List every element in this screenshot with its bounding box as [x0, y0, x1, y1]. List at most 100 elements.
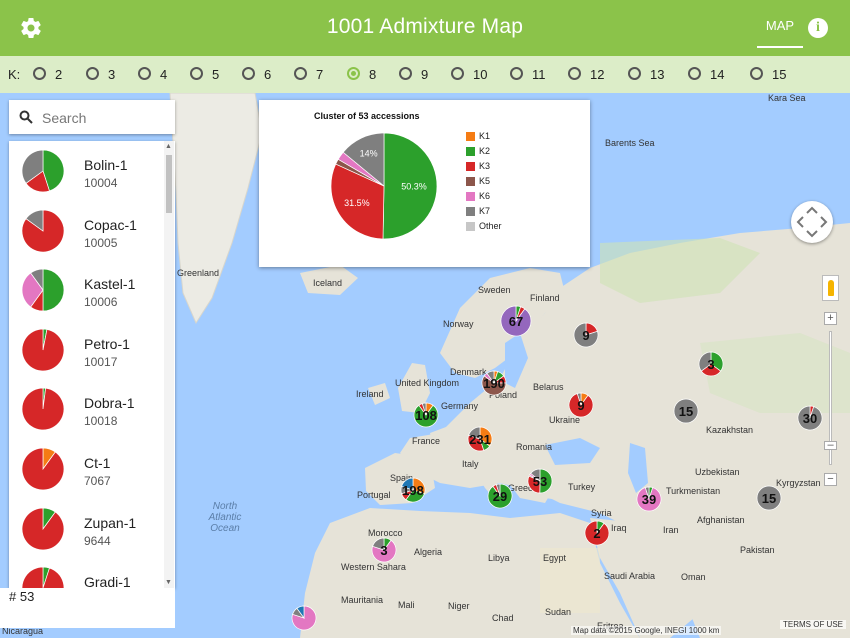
k-radio-5[interactable] — [190, 67, 203, 80]
scroll-down-icon[interactable]: ▼ — [165, 579, 172, 586]
map-cluster-marker[interactable]: 108 — [413, 402, 439, 428]
k-radio-15[interactable] — [750, 67, 763, 80]
accession-name: Bolin-1 — [84, 157, 128, 173]
map-label-saudi: Saudi Arabia — [604, 571, 656, 581]
map-label-finland: Finland — [530, 293, 560, 303]
k-radio-3[interactable] — [86, 67, 99, 80]
accession-id: 7067 — [84, 474, 111, 488]
legend-swatch — [466, 207, 475, 216]
zoom-slider-handle[interactable]: – — [824, 440, 837, 451]
k-radio-8[interactable] — [347, 67, 360, 80]
street-view-pegman-icon[interactable] — [822, 275, 839, 301]
map-cluster-marker[interactable]: 2 — [584, 520, 610, 546]
map-label-sudan: Sudan — [545, 607, 572, 617]
tab-map[interactable]: MAP — [757, 18, 803, 48]
list-item[interactable]: Petro-1 10017 — [9, 322, 169, 382]
map-label-oman: Oman — [681, 572, 706, 582]
accession-name: Copac-1 — [84, 216, 137, 233]
cluster-count: 9 — [582, 327, 590, 343]
list-item[interactable]: Zupan-1 9644 — [9, 501, 169, 561]
k-option-label: 6 — [264, 67, 272, 82]
map-cluster-marker[interactable]: 9 — [568, 392, 594, 418]
accession-name: Gradi-1 — [84, 574, 131, 588]
cluster-count: 231 — [469, 431, 491, 447]
zoom-out-button[interactable]: − — [824, 473, 837, 486]
map-cluster-marker[interactable]: 231 — [467, 426, 493, 452]
map-cluster-marker[interactable]: 53 — [527, 468, 553, 494]
accession-name: Dobra-1 — [84, 395, 135, 412]
accession-id: 9644 — [84, 533, 111, 548]
map-cluster-marker[interactable]: 15 — [756, 485, 782, 511]
map-label-western-sahara: Western Sahara — [341, 562, 406, 572]
search-input[interactable]: Search — [42, 110, 86, 126]
map-label-romania: Romania — [516, 442, 553, 452]
map-cluster-marker[interactable]: 15 — [673, 398, 699, 424]
cluster-count: 53 — [532, 473, 548, 489]
info-icon[interactable]: i — [808, 18, 828, 38]
map-cluster-marker[interactable]: 3 — [698, 351, 724, 377]
list-item[interactable]: Gradi-1 — [9, 560, 169, 588]
map-cluster-marker[interactable]: 9 — [573, 322, 599, 348]
k-radio-7[interactable] — [294, 67, 307, 80]
map-label-afghanistan: Afghanistan — [697, 515, 745, 525]
map-cluster-marker[interactable]: 198 — [400, 477, 426, 503]
list-item[interactable]: Copac-1 10005 — [9, 203, 169, 263]
map-label-pakistan: Pakistan — [740, 545, 775, 555]
terms-of-use-link[interactable]: TERMS OF USE — [780, 620, 847, 629]
accession-pie-icon — [21, 566, 65, 588]
accession-list[interactable]: Bolin-1 10004 Copac-1 10005 Kastel-1 10006 Pet… — [9, 141, 175, 588]
accession-id: 10017 — [84, 354, 118, 369]
k-radio-2[interactable] — [33, 67, 46, 80]
accession-name: Ct-1 — [84, 455, 111, 471]
list-item[interactable]: Dobra-1 10018 — [9, 381, 169, 441]
k-radio-9[interactable] — [399, 67, 412, 80]
accession-pie-icon — [21, 447, 65, 491]
k-selector-bar: K: 2 3 4 5 6 7 8 9 10 11 12 13 14 15 — [0, 56, 850, 93]
zoom-control: + – − — [822, 275, 840, 490]
pie-data-label: 50.3% — [401, 181, 427, 191]
k-radio-11[interactable] — [510, 67, 523, 80]
k-radio-13[interactable] — [628, 67, 641, 80]
k-option-label: 3 — [108, 67, 116, 82]
map-cluster-marker[interactable]: 3 — [371, 537, 397, 563]
k-radio-10[interactable] — [451, 67, 464, 80]
map-label-chad: Chad — [492, 613, 514, 623]
pan-control[interactable] — [791, 201, 833, 243]
list-item[interactable]: Ct-1 7067 — [9, 441, 169, 501]
map-cluster-marker[interactable] — [291, 605, 317, 631]
map-cluster-marker[interactable]: 39 — [636, 486, 662, 512]
map-cluster-marker[interactable]: 190 — [481, 370, 507, 396]
scrollbar-thumb[interactable] — [166, 155, 172, 213]
search-box[interactable]: Search — [9, 100, 175, 134]
list-scrollbar[interactable]: ▲ ▼ — [164, 141, 174, 588]
result-count: # 53 — [9, 589, 35, 604]
k-option-label: 13 — [650, 67, 665, 82]
map-cluster-marker[interactable]: 30 — [797, 405, 823, 431]
cluster-count — [291, 605, 317, 631]
k-radio-14[interactable] — [688, 67, 701, 80]
map-label-kyrgyzstan: Kyrgyzstan — [776, 478, 821, 488]
accession-id: 10005 — [84, 235, 118, 250]
accession-slice-K3 — [21, 388, 65, 431]
k-radio-4[interactable] — [138, 67, 151, 80]
list-item[interactable]: Bolin-1 10004 — [9, 143, 169, 203]
zoom-in-button[interactable]: + — [824, 312, 837, 325]
accession-pie-icon — [21, 268, 65, 312]
cluster-count: 190 — [483, 375, 505, 391]
accession-slice-K3 — [21, 507, 65, 550]
k-radio-12[interactable] — [568, 67, 581, 80]
cluster-count: 29 — [492, 488, 508, 504]
scroll-up-icon[interactable]: ▲ — [165, 143, 172, 150]
map-cluster-marker[interactable]: 67 — [500, 305, 532, 337]
cluster-count: 67 — [508, 313, 524, 329]
accession-pie-icon — [21, 328, 65, 372]
k-radio-6[interactable] — [242, 67, 255, 80]
k-option-label: 11 — [532, 67, 546, 82]
accession-name: Petro-1 — [84, 335, 130, 352]
map-label-egypt: Egypt — [543, 553, 567, 563]
map-cluster-marker[interactable]: 29 — [487, 483, 513, 509]
cluster-count: 2 — [593, 525, 601, 541]
cluster-count: 198 — [402, 482, 424, 498]
map-label-iceland: Iceland — [313, 278, 343, 288]
list-item[interactable]: Kastel-1 10006 — [9, 262, 169, 322]
